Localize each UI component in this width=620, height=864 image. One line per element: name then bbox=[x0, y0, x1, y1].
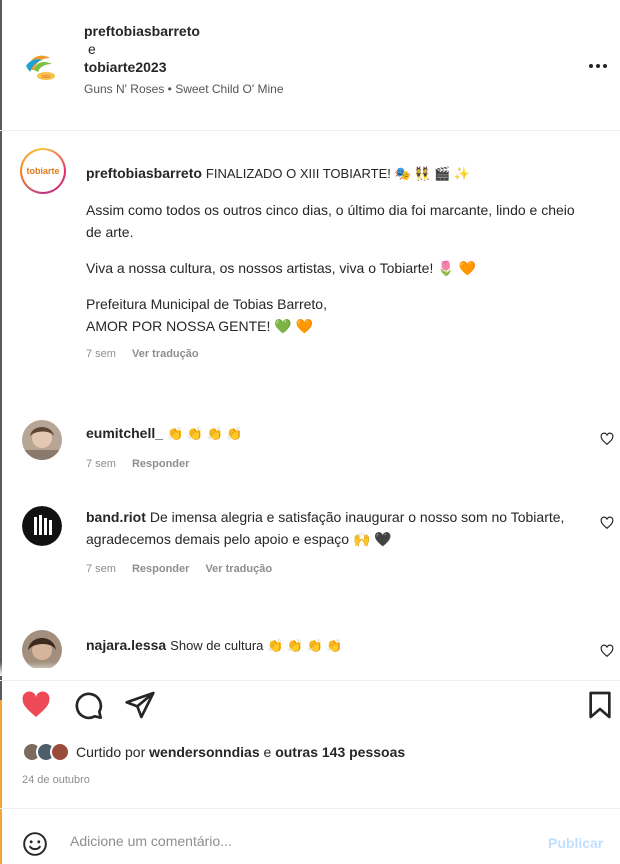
comment-meta: 7 sem Responder Ver tradução bbox=[86, 558, 566, 580]
comment-username[interactable]: najara.lessa bbox=[86, 637, 166, 653]
comment-avatar[interactable] bbox=[22, 506, 62, 546]
caption-avatar[interactable]: tobiarte bbox=[20, 148, 66, 194]
caption-paragraph-2: Assim como todos os outros cinco dias, o… bbox=[86, 202, 575, 240]
comment-time: 7 sem bbox=[86, 458, 116, 470]
bookmark-icon[interactable] bbox=[584, 689, 616, 721]
caption-username[interactable]: preftobiasbarreto bbox=[86, 165, 202, 181]
likes-conjunction: e bbox=[263, 744, 272, 760]
tobiarte-logo-icon: tobi bbox=[20, 46, 60, 86]
more-options-button[interactable] bbox=[584, 56, 612, 76]
comment-meta: 7 sem Responder bbox=[86, 453, 566, 475]
likes-text: Curtido por wendersonndias e outras 143 … bbox=[76, 744, 405, 760]
more-icon-dot bbox=[596, 64, 600, 68]
comment-input[interactable] bbox=[70, 833, 510, 849]
caption-time: 7 sem bbox=[86, 348, 116, 360]
comment-body: band.riot De imensa alegria e satisfação … bbox=[86, 506, 566, 580]
comment-translate-link[interactable]: Ver tradução bbox=[205, 558, 272, 580]
caption-paragraph-3: Viva a nossa cultura, os nossos artistas… bbox=[86, 260, 476, 276]
header-text: preftobiasbarreto e tobiarte2023 Guns N'… bbox=[84, 22, 284, 98]
share-icon[interactable] bbox=[124, 689, 156, 721]
header-divider bbox=[0, 130, 620, 131]
more-icon bbox=[589, 64, 593, 68]
header-username-1[interactable]: preftobiasbarreto bbox=[84, 22, 284, 40]
scroll-fade bbox=[0, 662, 620, 676]
heart-icon[interactable] bbox=[20, 689, 52, 721]
comment-text: Show de cultura 👏 👏 👏 👏 bbox=[170, 638, 343, 653]
comment-username[interactable]: eumitchell_ bbox=[86, 425, 163, 441]
comment-like-heart-icon[interactable] bbox=[600, 644, 614, 658]
likes-summary[interactable]: Curtido por wendersonndias e outras 143 … bbox=[22, 742, 405, 762]
header-avatar[interactable]: tobi bbox=[20, 46, 60, 86]
comment-avatar[interactable] bbox=[22, 420, 62, 460]
liker-avatar bbox=[50, 742, 70, 762]
comment-body: eumitchell_ 👏 👏 👏 👏 7 sem Responder bbox=[86, 422, 566, 475]
caption-paragraph-4b: AMOR POR NOSSA GENTE! 💚 🧡 bbox=[86, 318, 314, 334]
publish-button[interactable]: Publicar bbox=[548, 835, 603, 851]
caption-paragraph-4a: Prefeitura Municipal de Tobias Barreto, bbox=[86, 296, 327, 312]
comment-text: De imensa alegria e satisfação inaugurar… bbox=[86, 509, 565, 547]
likes-user[interactable]: wendersonndias bbox=[149, 744, 259, 760]
post-caption: preftobiasbarreto FINALIZADO O XIII TOBIA… bbox=[86, 162, 586, 365]
user-photo-icon bbox=[22, 420, 62, 460]
post-header: tobi preftobiasbarreto e tobiarte2023 Gu… bbox=[0, 0, 620, 130]
header-conjunction: e bbox=[88, 41, 96, 57]
comment-reply-link[interactable]: Responder bbox=[132, 558, 189, 580]
comment-body: najara.lessa Show de cultura 👏 👏 👏 👏 bbox=[86, 634, 566, 657]
comment-like-heart-icon[interactable] bbox=[600, 432, 614, 446]
band-logo-icon bbox=[22, 506, 62, 546]
caption-translate-link[interactable]: Ver tradução bbox=[132, 343, 199, 365]
comment-text: 👏 👏 👏 👏 bbox=[167, 426, 243, 441]
more-icon-dot bbox=[603, 64, 607, 68]
caption-avatar-label: tobiarte bbox=[22, 150, 64, 192]
add-comment-bar: Publicar bbox=[0, 808, 620, 864]
comment-username[interactable]: band.riot bbox=[86, 509, 146, 525]
post-actions-bar bbox=[0, 680, 620, 730]
comment-time: 7 sem bbox=[86, 563, 116, 575]
svg-text:tobi: tobi bbox=[42, 74, 50, 79]
comment-reply-link[interactable]: Responder bbox=[132, 453, 189, 475]
likes-prefix: Curtido por bbox=[76, 744, 146, 760]
comment-like-heart-icon[interactable] bbox=[600, 516, 614, 530]
post-date[interactable]: 24 de outubro bbox=[22, 774, 90, 786]
audio-track[interactable]: Guns N' Roses • Sweet Child O' Mine bbox=[84, 80, 284, 98]
emoji-icon[interactable] bbox=[22, 831, 48, 857]
caption-line-1: FINALIZADO O XIII TOBIARTE! 🎭 👯 🎬 ✨ bbox=[205, 166, 471, 181]
likes-others[interactable]: outras 143 pessoas bbox=[275, 744, 405, 760]
comment-icon[interactable] bbox=[72, 689, 104, 721]
caption-meta: 7 sem Ver tradução bbox=[86, 343, 586, 365]
header-username-2[interactable]: tobiarte2023 bbox=[84, 58, 284, 76]
